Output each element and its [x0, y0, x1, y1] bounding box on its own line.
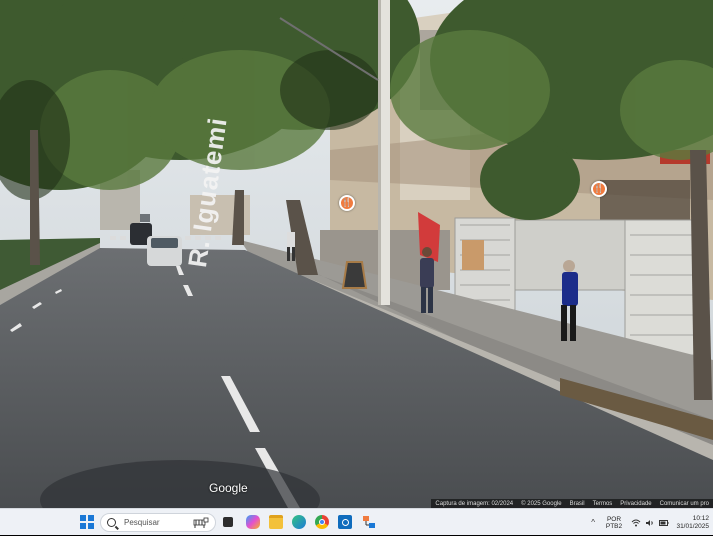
system-tray: ^ POR PTB2 10:12 31/01/2025	[591, 509, 713, 536]
clock-time: 10:12	[692, 514, 709, 522]
network-app-icon[interactable]	[362, 515, 376, 529]
country-link[interactable]: Brasil	[570, 501, 585, 507]
outlook-icon[interactable]	[338, 515, 352, 529]
copyright-text: © 2025 Google	[521, 500, 562, 507]
street-scene	[0, 0, 713, 508]
restaurant-pin-icon[interactable]: 🍴	[591, 181, 607, 197]
search-placeholder: Pesquisar	[124, 518, 160, 527]
capture-date: Captura de imagem: 02/2024	[435, 500, 514, 507]
chevron-up-icon[interactable]: ^	[591, 518, 595, 527]
restaurant-pin-icon[interactable]: 🍴	[339, 195, 355, 211]
chrome-icon[interactable]	[315, 515, 329, 529]
keyboard-layout: PTB2	[605, 522, 623, 530]
google-logo: Google	[209, 481, 248, 495]
file-explorer-icon[interactable]	[269, 515, 283, 529]
taskbar-search-box[interactable]: Pesquisar	[100, 513, 216, 532]
volume-icon[interactable]	[645, 518, 655, 528]
attribution-footer: Captura de imagem: 02/2024 © 2025 Google…	[431, 499, 713, 508]
battery-icon[interactable]	[659, 518, 669, 528]
edge-icon[interactable]	[292, 515, 306, 529]
street-view-panorama[interactable]: 🍴 🍴 R. Iguatemi Google Captura de imagem…	[0, 0, 713, 508]
taskbar-clock[interactable]: 10:12 31/01/2025	[673, 515, 709, 531]
clock-date: 31/01/2025	[676, 522, 709, 530]
wifi-icon[interactable]	[631, 518, 641, 528]
task-view-icon[interactable]	[223, 517, 233, 527]
start-icon[interactable]	[80, 515, 94, 529]
terms-link[interactable]: Termos	[593, 501, 613, 507]
search-icon	[107, 518, 116, 527]
language-indicator[interactable]: POR PTB2	[603, 516, 625, 530]
report-link[interactable]: Comunicar um pro	[660, 501, 709, 507]
windows-taskbar: Pesquisar ^ POR PTB2 10:12 31/01/2025	[0, 508, 713, 535]
copilot-icon[interactable]	[246, 515, 260, 529]
language-code: POR	[606, 515, 622, 523]
zebra-icon	[193, 517, 209, 528]
privacy-link[interactable]: Privacidade	[620, 501, 651, 507]
